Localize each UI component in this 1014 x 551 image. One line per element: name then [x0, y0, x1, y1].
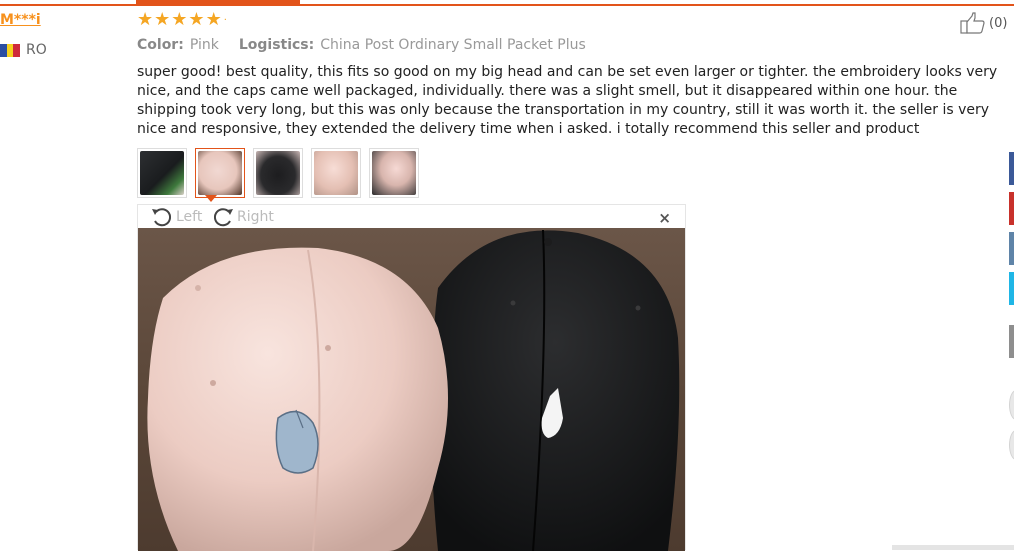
bottom-edge-bar	[892, 545, 1014, 550]
photo-thumbnail[interactable]	[369, 148, 419, 198]
share-vk-tab[interactable]	[1009, 232, 1014, 265]
active-thumbnail-pointer	[205, 195, 217, 202]
photo-thumbnail[interactable]	[137, 148, 187, 198]
rating-dot: ·	[223, 14, 227, 26]
scroll-down-button[interactable]	[1009, 430, 1014, 460]
romania-flag-icon	[0, 43, 21, 57]
photo-thumbnail[interactable]	[253, 148, 303, 198]
active-section-tab-indicator	[136, 0, 300, 6]
like-count: (0)	[989, 15, 1008, 31]
logistics-label: Logistics:	[238, 37, 315, 53]
share-pinterest-tab[interactable]	[1009, 192, 1014, 225]
helpful-like-button[interactable]: (0)	[960, 12, 1007, 34]
rotate-right-icon	[213, 208, 233, 227]
review-photo-large	[138, 228, 685, 551]
rotate-left-label: Left	[176, 209, 203, 225]
photo-thumbnail[interactable]	[311, 148, 361, 198]
share-more-tab[interactable]	[1009, 325, 1014, 358]
share-facebook-tab[interactable]	[1009, 152, 1014, 185]
rotate-right-button[interactable]: Right	[211, 206, 274, 228]
viewer-toolbar: Left Right ×	[138, 205, 685, 228]
star-icon: ★	[137, 9, 154, 30]
rotate-left-icon	[152, 208, 172, 227]
close-viewer-button[interactable]: ×	[658, 209, 671, 227]
review-photo-thumbnails	[137, 148, 419, 198]
star-icon: ★	[171, 9, 188, 30]
photo-thumbnail-active[interactable]	[195, 148, 245, 198]
logistics-value: China Post Ordinary Small Packet Plus	[320, 37, 586, 53]
share-twitter-tab[interactable]	[1009, 272, 1014, 305]
photo-viewer: Left Right ×	[137, 204, 686, 551]
review-body: super good! best quality, this fits so g…	[137, 64, 998, 137]
color-value: Pink	[189, 37, 219, 53]
rotate-left-button[interactable]: Left	[150, 206, 202, 228]
scroll-up-button[interactable]	[1009, 390, 1014, 420]
star-icon: ★	[188, 9, 205, 30]
star-rating: ★ ★ ★ ★ ★ ·	[137, 10, 227, 30]
caps-photo-illustration	[147, 229, 680, 551]
color-label: Color:	[137, 37, 184, 53]
star-icon: ★	[205, 9, 222, 30]
reviewer-country: RO	[0, 42, 47, 58]
rotate-right-label: Right	[237, 209, 274, 225]
reviewer-name-link[interactable]: M***i	[0, 12, 41, 28]
thumbs-up-icon	[960, 12, 985, 34]
order-meta: Color: Pink Logistics: China Post Ordina…	[137, 37, 586, 53]
star-icon: ★	[154, 9, 171, 30]
country-code: RO	[26, 42, 47, 58]
